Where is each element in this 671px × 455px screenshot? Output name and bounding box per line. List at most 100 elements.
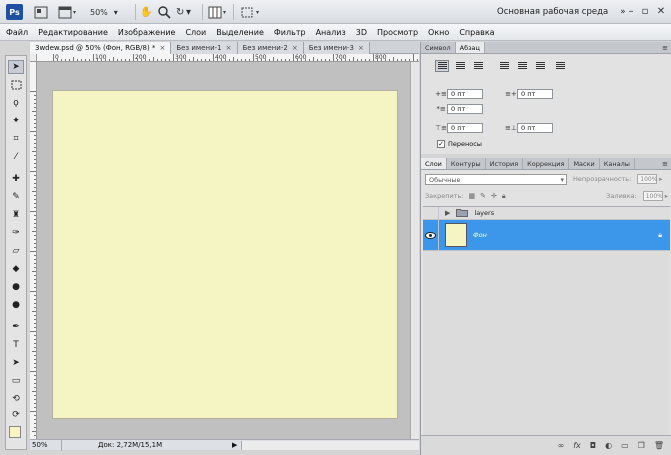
layer-row-background[interactable]: Фон 🔒︎ [423,220,670,251]
close-icon[interactable]: ✕ [654,4,668,18]
tab-masks[interactable]: Маски [569,158,600,169]
close-icon[interactable]: × [358,44,364,52]
justify-last-right-icon[interactable] [533,60,547,72]
menu-edit[interactable]: Редактирование [38,28,108,37]
workspace-switcher[interactable]: Основная рабочая среда» [497,4,625,20]
doc-tab-untitled-2[interactable]: Без имени-2 × [237,42,304,54]
menu-filter[interactable]: Фильтр [274,28,306,37]
dodge-tool-icon[interactable]: ● [8,298,24,312]
gradient-tool-icon[interactable]: ◆ [8,262,24,276]
view-extras-icon[interactable] [58,4,78,20]
restore-icon[interactable]: ▫ [638,4,652,18]
canvas-area[interactable] [37,62,410,439]
indent-first-line-input[interactable]: 0 пт [447,103,483,114]
lock-transparency-icon[interactable]: ▦ [468,192,475,200]
space-before-input[interactable]: 0 пт [447,122,483,133]
blur-tool-icon[interactable]: ● [8,280,24,294]
expand-triangle-icon[interactable]: ▶ [445,209,450,217]
foreground-color-swatch[interactable] [9,426,21,438]
indent-left-input[interactable]: 0 пт [447,88,483,99]
panel-menu-icon[interactable]: ≡ [662,158,671,169]
close-icon[interactable]: × [292,44,298,52]
type-tool-icon[interactable]: T [8,338,24,352]
delete-layer-icon[interactable]: 🗑︎ [654,441,664,450]
fill-input[interactable]: 100% [642,191,663,201]
3d-rotate-tool-icon[interactable]: ⟲ [8,392,24,406]
path-selection-tool-icon[interactable]: ➤ [8,356,24,370]
lock-all-icon[interactable]: 🔒︎ [502,192,506,201]
menu-file[interactable]: Файл [6,28,28,37]
justify-all-icon[interactable] [553,60,567,72]
justify-last-left-icon[interactable] [497,60,511,72]
vertical-scrollbar[interactable] [410,62,419,439]
menu-analysis[interactable]: Анализ [316,28,346,37]
move-tool-icon[interactable]: ➤ [8,60,24,74]
tab-layers[interactable]: Слои [421,158,447,169]
menu-layer[interactable]: Слои [185,28,206,37]
horizontal-ruler[interactable]: 0 100 200 300 400 500 600 700 800 [37,54,419,62]
menu-view[interactable]: Просмотр [377,28,418,37]
tab-paths[interactable]: Контуры [447,158,486,169]
visibility-toggle[interactable] [423,207,439,219]
pen-tool-icon[interactable]: ✒ [8,320,24,334]
close-icon[interactable]: × [159,44,165,52]
align-right-icon[interactable] [471,60,485,72]
tab-character[interactable]: Символ [421,42,456,53]
new-group-icon[interactable]: ▭ [621,441,629,450]
layer-style-icon[interactable]: fx [573,441,581,450]
vertical-ruler[interactable] [30,62,37,439]
space-after-input[interactable]: 0 пт [517,122,553,133]
bridge-icon[interactable] [34,4,48,20]
rectangle-tool-icon[interactable]: ▭ [8,374,24,388]
menu-image[interactable]: Изображение [118,28,176,37]
history-brush-tool-icon[interactable]: ✑ [8,226,24,240]
magic-wand-tool-icon[interactable]: ✦ [8,114,24,128]
opacity-input[interactable]: 100% [637,174,657,184]
minimize-icon[interactable]: – [624,4,638,18]
arrange-documents-icon[interactable] [208,4,228,20]
status-menu-arrow-icon[interactable]: ▶ [232,441,237,449]
doc-tab-untitled-3[interactable]: Без имени-3 × [303,42,370,54]
indent-right-input[interactable]: 0 пт [517,88,553,99]
horizontal-scrollbar[interactable] [241,440,419,450]
healing-brush-tool-icon[interactable]: ✚ [8,172,24,186]
hyphenation-option[interactable]: ✓ Переносы [437,140,482,148]
zoom-select[interactable]: 50% ▾ [90,5,130,19]
marquee-tool-icon[interactable] [8,78,24,92]
3d-orbit-tool-icon[interactable]: ⟳ [8,408,24,422]
ruler-origin[interactable] [30,54,37,62]
eye-icon[interactable] [423,220,439,250]
chevron-down-icon[interactable]: ▾ [186,4,191,20]
tab-adjustments[interactable]: Коррекция [523,158,570,169]
crop-tool-icon[interactable]: ⌗ [8,132,24,146]
doc-tab-untitled-1[interactable]: Без имени-1 × [171,42,238,54]
lock-position-icon[interactable]: ✛ [491,192,497,200]
rotate-view-icon[interactable]: ↻ [176,4,184,20]
document-canvas[interactable] [53,91,397,418]
panel-menu-icon[interactable]: ≡ [662,42,671,53]
blend-mode-select[interactable]: Обычные [425,173,567,185]
screen-mode-icon[interactable] [240,4,262,20]
eraser-tool-icon[interactable]: ▱ [8,244,24,258]
eyedropper-tool-icon[interactable]: ⁄ [8,150,24,164]
brush-tool-icon[interactable]: ✎ [8,190,24,204]
close-icon[interactable]: × [226,44,232,52]
lock-pixels-icon[interactable]: ✎ [480,192,486,200]
chevron-right-icon[interactable]: ▸ [659,175,662,183]
menu-window[interactable]: Окно [428,28,449,37]
layer-row-group[interactable]: ▶ layers [423,207,670,220]
menu-3d[interactable]: 3D [356,28,367,37]
justify-last-center-icon[interactable] [515,60,529,72]
tab-paragraph[interactable]: Абзац [455,42,485,53]
doc-tab-3wdew[interactable]: 3wdew.psd @ 50% (Фон, RGB/8) * × [30,42,172,54]
add-mask-icon[interactable]: ◘ [590,441,596,450]
menu-select[interactable]: Выделение [216,28,264,37]
tab-history[interactable]: История [486,158,524,169]
hyphenation-checkbox[interactable]: ✓ [437,140,445,148]
clone-stamp-tool-icon[interactable]: ♜ [8,208,24,222]
hand-tool-icon[interactable]: ✋ [140,4,152,20]
new-layer-icon[interactable]: ❐ [638,441,645,450]
tab-channels[interactable]: Каналы [600,158,635,169]
align-left-icon[interactable] [435,60,449,72]
lasso-tool-icon[interactable]: ϙ [8,96,24,110]
